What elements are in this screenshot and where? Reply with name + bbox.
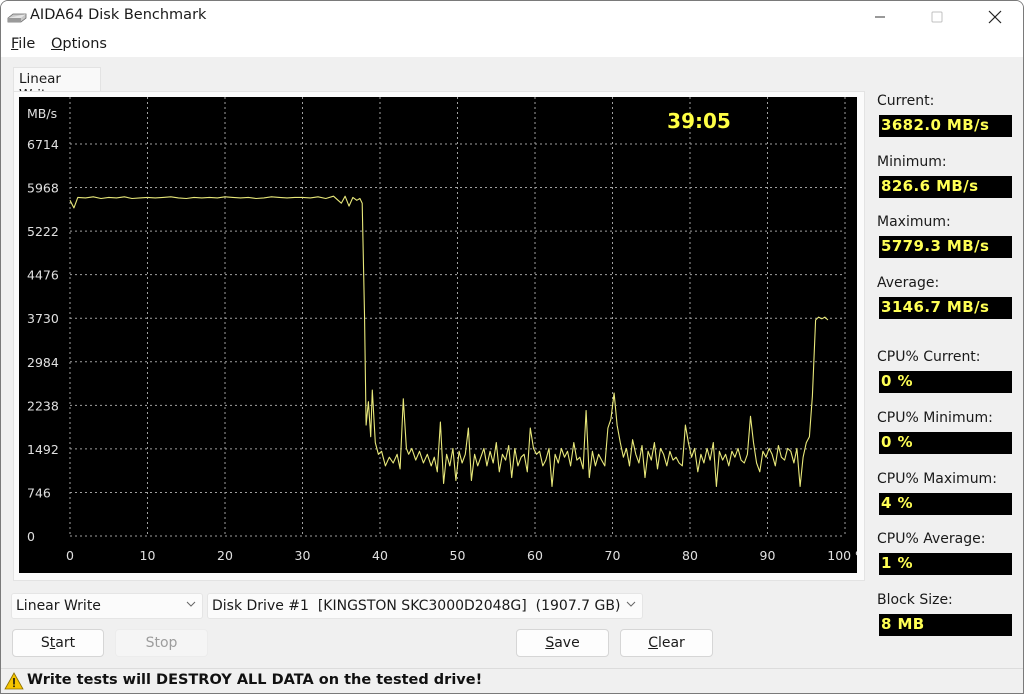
series-line-linear-write [69, 195, 829, 487]
chart-canvas: 0 746 1492 2238 2984 3730 4476 5222 5968 6714 MB/s… [27, 97, 857, 563]
stop-button[interactable]: Stop [115, 629, 208, 657]
save-label-post: ave [554, 635, 580, 651]
start-button[interactable]: Start [12, 629, 104, 657]
x-tick-label: 80 [682, 548, 698, 563]
x-tick-label: 70 [605, 548, 621, 563]
x-tick-label: 50 [450, 548, 466, 563]
chevron-down-icon [626, 601, 636, 607]
stat-label-current: Current: [877, 93, 935, 109]
chevron-down-icon [186, 601, 196, 607]
stat-label-maximum: Maximum: [877, 214, 951, 230]
menu-options-label: ptions [62, 36, 107, 52]
x-tick-label: 20 [217, 548, 233, 563]
status-bar: Write tests will DESTROY ALL DATA on the… [1, 668, 1023, 693]
y-tick-label: 2984 [27, 355, 59, 370]
title-bar[interactable]: AIDA64 Disk Benchmark [1, 1, 1023, 33]
stat-value-cpu-minimum: 0 % [879, 432, 1012, 454]
clear-button[interactable]: Clear [620, 629, 713, 657]
menu-file[interactable]: File [11, 36, 35, 52]
x-tick-label: 60 [527, 548, 543, 563]
stat-label-cpu-minimum: CPU% Minimum: [877, 410, 993, 426]
x-tick-label: 0 [66, 548, 74, 563]
maximize-icon [931, 11, 943, 23]
stat-label-cpu-maximum: CPU% Maximum: [877, 471, 997, 487]
warning-icon [4, 672, 24, 690]
close-icon [988, 10, 1002, 24]
y-tick-label: 0 [27, 529, 35, 544]
start-label-pre: S [40, 635, 50, 651]
app-window: AIDA64 Disk Benchmark File Options Linea… [0, 0, 1024, 694]
y-tick-label: 5222 [27, 224, 59, 239]
elapsed-timer: 39:05 [667, 109, 731, 133]
stat-label-minimum: Minimum: [877, 154, 947, 170]
x-tick-label: 40 [372, 548, 388, 563]
stat-value-current: 3682.0 MB/s [879, 115, 1012, 137]
menu-bar: File Options [1, 33, 1023, 57]
stat-label-cpu-current: CPU% Current: [877, 349, 981, 365]
close-button[interactable] [966, 1, 1023, 33]
start-label-post: art [55, 635, 76, 651]
maximize-button[interactable] [908, 1, 966, 33]
stat-value-cpu-current: 0 % [879, 371, 1012, 393]
clear-label-mnemonic: C [648, 635, 658, 651]
stat-value-minimum: 826.6 MB/s [879, 176, 1012, 198]
y-tick-label: 746 [27, 485, 51, 500]
test-mode-select[interactable]: Linear Write [11, 593, 203, 619]
tab-panel: 0 746 1492 2238 2984 3730 4476 5222 5968 6714 MB/s… [13, 91, 865, 581]
x-tick-label: 90 [760, 548, 776, 563]
drive-value: Disk Drive #1 [KINGSTON SKC3000D2048G] (… [212, 598, 621, 614]
y-axis-unit-label: MB/s [27, 106, 57, 121]
stat-value-cpu-maximum: 4 % [879, 493, 1012, 515]
stat-label-block-size: Block Size: [877, 592, 953, 608]
stat-value-average: 3146.7 MB/s [879, 297, 1012, 319]
minimize-button[interactable] [851, 1, 909, 33]
y-tick-label: 4476 [27, 268, 59, 283]
save-button[interactable]: Save [516, 629, 609, 657]
x-tick-label: 30 [295, 548, 311, 563]
x-tick-label: 10 [140, 548, 156, 563]
tab-linear-write[interactable]: Linear Write [13, 67, 101, 103]
save-label-mnemonic: S [545, 635, 555, 651]
stat-value-cpu-average: 1 % [879, 553, 1012, 575]
menu-file-label: ile [18, 36, 36, 52]
y-tick-label: 2238 [27, 398, 59, 413]
window-title: AIDA64 Disk Benchmark [30, 7, 207, 23]
stat-value-block-size: 8 MB [879, 614, 1012, 636]
main-content: Linear Write 0 746 1492 2238 2984 3730 4476 522… [1, 57, 1023, 693]
drive-select[interactable]: Disk Drive #1 [KINGSTON SKC3000D2048G] (… [207, 593, 643, 619]
menu-options[interactable]: Options [51, 36, 107, 52]
menu-options-mnemonic: O [51, 36, 63, 52]
y-tick-label: 6714 [27, 137, 59, 152]
stat-label-cpu-average: CPU% Average: [877, 531, 986, 547]
y-tick-label: 5968 [27, 181, 59, 196]
clear-label-post: lear [657, 635, 685, 651]
disk-drive-icon [7, 13, 27, 23]
minimize-icon [875, 16, 885, 18]
stat-value-maximum: 5779.3 MB/s [879, 236, 1012, 258]
x-tick-label: 100 % [827, 548, 857, 563]
status-message: Write tests will DESTROY ALL DATA on the… [27, 672, 483, 688]
test-mode-value: Linear Write [16, 598, 101, 614]
y-tick-label: 3730 [27, 311, 59, 326]
benchmark-chart: 0 746 1492 2238 2984 3730 4476 5222 5968 6714 MB/s… [19, 97, 857, 573]
stat-label-average: Average: [877, 275, 940, 291]
y-tick-label: 1492 [27, 442, 59, 457]
